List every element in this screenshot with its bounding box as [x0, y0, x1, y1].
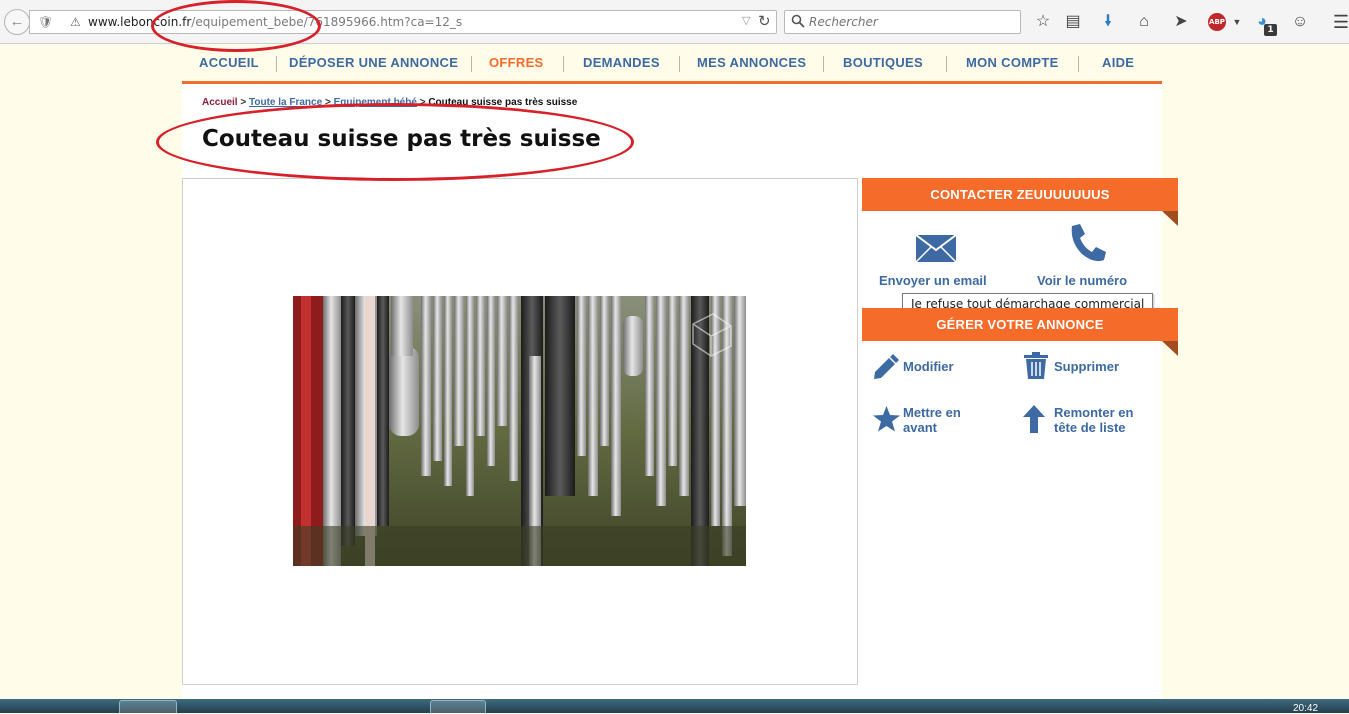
url-dropdown-icon[interactable]: ▽	[742, 14, 750, 27]
breadcrumb-separator: >	[240, 97, 247, 108]
os-taskbar	[0, 699, 1349, 713]
trash-icon[interactable]	[1024, 352, 1048, 379]
show-number-link[interactable]: Voir le numéro	[1037, 273, 1127, 288]
knife-photo-graphic	[293, 296, 746, 566]
warning-icon: ⚠	[70, 15, 81, 29]
nav-offres[interactable]: OFFRES	[489, 55, 544, 70]
phone-icon[interactable]	[1066, 222, 1108, 264]
pencil-icon[interactable]	[871, 352, 899, 380]
taskbar-app-button[interactable]	[430, 700, 486, 713]
shield-icon: 🛡	[38, 15, 54, 29]
adblock-dropdown-icon[interactable]: ▼	[1226, 11, 1248, 33]
arrow-up-icon[interactable]	[1023, 405, 1045, 433]
delete-link[interactable]: Supprimer	[1054, 359, 1119, 374]
listing-photo[interactable]	[293, 296, 746, 566]
home-icon[interactable]: ⌂	[1133, 11, 1155, 33]
url-bar[interactable]: 🛡 ⚠ www.leboncoin.fr/equipement_bebe/761…	[29, 10, 777, 34]
nav-divider	[1078, 56, 1079, 72]
download-icon[interactable]: 🠛	[1097, 11, 1119, 33]
menu-icon[interactable]: ☰	[1330, 11, 1349, 33]
contact-header: CONTACTER ZEUUUUUUUS	[862, 178, 1178, 211]
notification-badge: 1	[1264, 24, 1277, 36]
search-input[interactable]	[809, 14, 1009, 30]
nav-demandes[interactable]: DEMANDES	[583, 55, 660, 70]
nav-divider	[823, 56, 824, 72]
manage-header: GÉRER VOTRE ANNONCE	[862, 308, 1178, 341]
send-email-link[interactable]: Envoyer un email	[879, 273, 987, 288]
reading-list-icon[interactable]: ▤	[1062, 11, 1084, 33]
star-icon[interactable]	[873, 406, 900, 432]
bump-link-line2[interactable]: tête de liste	[1054, 420, 1126, 435]
taskbar-clock: 20:42	[1293, 703, 1319, 714]
back-button[interactable]: ←	[4, 9, 30, 35]
breadcrumb-home[interactable]: Accueil	[202, 97, 238, 108]
nav-divider	[946, 56, 947, 72]
bump-link-line1[interactable]: Remonter en	[1054, 405, 1133, 420]
nav-divider	[563, 56, 564, 72]
feature-link-line2[interactable]: avant	[903, 420, 937, 435]
bookmark-star-icon[interactable]: ☆	[1032, 11, 1054, 33]
nav-boutiques[interactable]: BOUTIQUES	[843, 55, 923, 70]
ribbon-fold	[1162, 341, 1178, 356]
nav-accueil[interactable]: ACCUEIL	[199, 55, 259, 70]
nav-deposer-annonce[interactable]: DÉPOSER UNE ANNONCE	[289, 55, 458, 70]
ribbon-fold	[1162, 211, 1178, 226]
nav-aide[interactable]: AIDE	[1102, 55, 1134, 70]
chat-icon[interactable]: ☺	[1289, 11, 1311, 33]
title-annotation-ellipse	[156, 103, 634, 181]
site-nav: ACCUEIL DÉPOSER UNE ANNONCE OFFRES DEMAN…	[182, 44, 1162, 84]
nav-divider	[276, 56, 277, 72]
back-arrow-icon: ←	[9, 13, 25, 30]
reload-icon[interactable]: ↻	[758, 12, 771, 30]
nav-divider	[679, 56, 680, 72]
taskbar-firefox-button[interactable]	[119, 700, 177, 713]
nav-mes-annonces[interactable]: MES ANNONCES	[697, 55, 806, 70]
nav-mon-compte[interactable]: MON COMPTE	[966, 55, 1059, 70]
search-bar[interactable]	[784, 10, 1021, 34]
url-annotation-ellipse	[151, 0, 321, 52]
adblock-icon[interactable]: ABP	[1208, 13, 1226, 31]
nav-divider	[471, 56, 472, 72]
send-icon[interactable]: ➤	[1170, 11, 1192, 33]
feature-link-line1[interactable]: Mettre en	[903, 405, 961, 420]
edit-link[interactable]: Modifier	[903, 359, 954, 374]
search-icon	[791, 14, 805, 28]
envelope-icon[interactable]	[915, 234, 957, 263]
